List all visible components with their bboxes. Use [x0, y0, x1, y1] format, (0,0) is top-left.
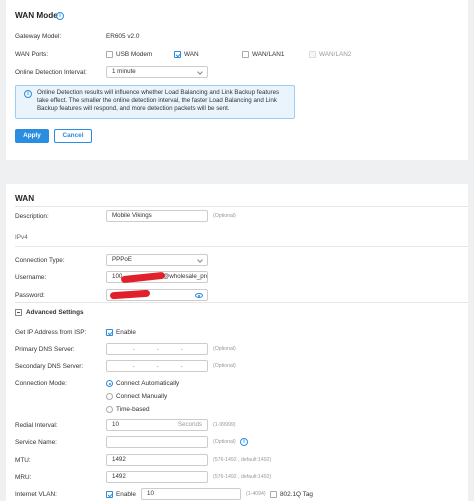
mru-input[interactable]: 1492 — [106, 471, 208, 483]
time-based-radio[interactable] — [106, 406, 113, 413]
time-based-label: Time-based — [116, 406, 150, 413]
info-message-text: Online Detection results will influence … — [37, 89, 280, 112]
chevron-down-icon — [197, 69, 203, 75]
secondary-dns-optional: (Optional) — [213, 363, 236, 369]
description-optional: (Optional) — [213, 213, 236, 219]
vlan-id-input[interactable]: 10 — [141, 488, 241, 500]
apply-button[interactable]: Apply — [15, 129, 49, 143]
description-input[interactable]: Mobile Vikings — [106, 210, 208, 222]
wan-lan1-label: WAN/LAN1 — [252, 51, 285, 58]
internet-vlan-label: Internet VLAN: — [15, 491, 57, 498]
8021q-tag-checkbox[interactable] — [270, 491, 277, 498]
primary-dns-optional: (Optional) — [213, 346, 236, 352]
eye-icon[interactable] — [195, 293, 203, 298]
service-name-input[interactable] — [106, 436, 208, 448]
connection-mode-label: Connection Mode: — [15, 380, 67, 387]
wan-card: WAN Description: Mobile Vikings (Optiona… — [6, 184, 468, 501]
gateway-model-label: Gateway Model: — [15, 33, 62, 40]
8021q-tag-label: 802.1Q Tag — [280, 491, 313, 498]
get-ip-label: Get IP Address from ISP: — [15, 329, 87, 336]
chevron-down-icon — [197, 257, 203, 263]
wan-label: WAN — [184, 51, 199, 58]
wan-lan2-label: WAN/LAN2 — [319, 51, 352, 58]
mru-label: MRU: — [15, 474, 32, 481]
mru-range-hint: (576-1492 , default:1492) — [213, 474, 272, 480]
primary-dns-input[interactable]: . . . — [106, 343, 208, 355]
vlan-range-hint: (1-4094) — [246, 491, 266, 497]
info-icon: i — [24, 90, 32, 98]
advanced-settings-toggle[interactable]: Advanced Settings — [26, 309, 84, 316]
connect-automatically-radio[interactable] — [106, 380, 113, 387]
vlan-enable-label: Enable — [116, 491, 136, 498]
divider — [15, 206, 468, 207]
redial-interval-input[interactable]: 10 Seconds — [106, 419, 208, 431]
info-icon[interactable]: i — [56, 12, 64, 20]
service-name-optional: (Optional) — [213, 439, 236, 445]
mtu-range-hint: (576-1492 , default:1492) — [213, 457, 272, 463]
connection-type-select[interactable]: PPPoE — [106, 254, 208, 266]
primary-dns-label: Primary DNS Server: — [15, 346, 75, 353]
divider — [15, 302, 468, 303]
secondary-dns-input[interactable]: . . . — [106, 360, 208, 372]
connection-type-label: Connection Type: — [15, 257, 65, 264]
wan-checkbox[interactable] — [174, 51, 181, 58]
wan-ports-label: WAN Ports: — [15, 51, 49, 58]
detection-interval-select[interactable]: 1 minute — [106, 66, 208, 78]
gateway-model-value: ER605 v2.0 — [106, 33, 140, 40]
info-icon[interactable]: i — [240, 438, 248, 446]
connect-automatically-label: Connect Automatically — [116, 380, 180, 387]
vlan-enable-checkbox[interactable] — [106, 491, 113, 498]
mtu-input[interactable]: 1492 — [106, 454, 208, 466]
collapse-icon[interactable] — [15, 309, 22, 316]
cancel-button[interactable]: Cancel — [54, 129, 92, 143]
info-message: i Online Detection results will influenc… — [15, 85, 295, 119]
usb-modem-label: USB Modem — [116, 51, 153, 58]
get-ip-enable-label: Enable — [116, 329, 136, 336]
wan-lan2-checkbox — [309, 51, 316, 58]
description-label: Description: — [15, 213, 49, 220]
divider — [15, 246, 468, 247]
password-label: Password: — [15, 292, 45, 299]
redial-interval-label: Redial Interval: — [15, 422, 58, 429]
redial-range-hint: (1-99999) — [213, 422, 236, 428]
connect-manually-label: Connect Manually — [116, 393, 168, 400]
connect-manually-radio[interactable] — [106, 393, 113, 400]
wan-mode-title: WAN Mode — [15, 11, 58, 20]
detection-interval-label: Online Detection Interval: — [15, 69, 87, 76]
usb-modem-checkbox[interactable] — [106, 51, 113, 58]
secondary-dns-label: Secondary DNS Server: — [15, 363, 84, 370]
wan-lan1-checkbox[interactable] — [242, 51, 249, 58]
wan-title: WAN — [15, 194, 35, 203]
service-name-label: Service Name: — [15, 439, 57, 446]
wan-mode-card: WAN Mode i Gateway Model: ER605 v2.0 WAN… — [6, 0, 468, 160]
mtu-label: MTU: — [15, 457, 31, 464]
ipv4-heading: IPv4 — [15, 234, 28, 241]
username-label: Username: — [15, 274, 47, 281]
get-ip-enable-checkbox[interactable] — [106, 329, 113, 336]
